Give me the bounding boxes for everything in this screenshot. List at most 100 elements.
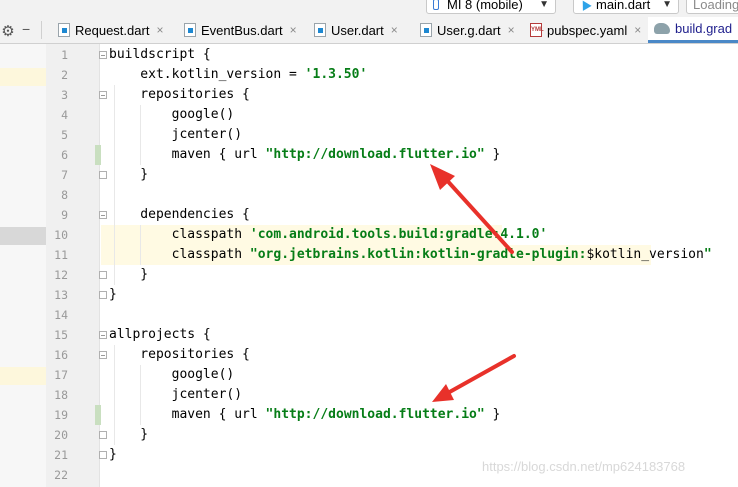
string-literal: "org.jetbrains.kotlin:kotlin-gradle-plug… [249,247,587,262]
watermark: https://blog.csdn.net/mp624183768 [482,459,686,474]
editor-tab[interactable]: YML pubspec.yaml × [524,17,646,43]
code-line[interactable]: allprojects { [109,325,211,345]
device-selector[interactable]: MI 8 (mobile) ▼ [426,0,556,14]
line-number: 14 [54,308,68,322]
tab-divider [41,21,42,39]
line-number: 3 [61,88,68,102]
code-line[interactable]: maven { url "http://download.flutter.io"… [109,145,501,165]
code-line[interactable]: classpath 'com.android.tools.build:gradl… [109,225,548,245]
fold-toggle-icon[interactable] [99,331,107,339]
tab-label: User.dart [331,22,384,38]
code-token: } [109,267,149,282]
loading-indicator: Loading [686,0,738,14]
dart-file-icon [314,23,326,37]
code-token: google() [109,367,235,382]
line-number: 18 [54,388,68,402]
code-token: } [109,427,149,442]
line-number: 19 [54,408,68,422]
device-label: MI 8 (mobile) [447,0,523,12]
line-number: 1 [61,48,68,62]
code-token: allprojects { [109,327,211,342]
run-config-label: main.dart [596,0,651,12]
line-number: 5 [61,128,68,142]
tab-label: Request.dart [75,22,150,38]
code-token: maven { url [109,407,266,422]
code-line[interactable]: ext.kotlin_version = '1.3.50' [109,65,367,85]
editor-tab[interactable]: build.grad [648,17,738,43]
code-line[interactable]: } [109,165,148,185]
fold-toggle-icon[interactable] [99,271,107,279]
code-token: jcenter() [109,387,243,402]
close-icon[interactable]: × [391,23,398,37]
code-line[interactable]: } [109,425,148,445]
line-number: 9 [61,208,68,222]
project-panel-edge [0,44,46,487]
close-icon[interactable]: × [508,23,515,37]
code-line[interactable]: repositories { [109,345,250,365]
line-number: 22 [54,468,68,482]
line-number: 8 [61,188,68,202]
code-token: } [484,147,501,162]
code-token: classpath [109,247,250,262]
string-literal: "http://download.flutter.io" [265,407,485,422]
fold-toggle-icon[interactable] [99,351,107,359]
string-literal: 'com.android.tools.build:gradle:4.1.0' [249,227,548,242]
run-config-selector[interactable]: main.dart ▼ [573,0,679,14]
editor-tab[interactable]: User.dart × [308,17,408,43]
fold-toggle-icon[interactable] [99,91,107,99]
code-token: repositories { [109,347,250,362]
dart-file-icon [58,23,70,37]
panel-row-highlight [0,367,46,385]
editor-tab[interactable]: EventBus.dart × [178,17,306,43]
code-line[interactable]: dependencies { [109,205,250,225]
code-line[interactable]: } [109,285,117,305]
code-token: google() [109,107,235,122]
chevron-down-icon: ▼ [662,0,672,10]
close-icon[interactable]: × [634,23,641,37]
close-icon[interactable]: × [156,23,163,37]
code-token: repositories { [109,87,250,102]
code-token: dependencies { [109,207,250,222]
fold-toggle-icon[interactable] [99,291,107,299]
code-line[interactable]: google() [109,365,235,385]
code-line[interactable]: } [109,445,117,465]
collapse-arrow-icon[interactable]: − [22,21,30,37]
gear-icon[interactable]: ⚙ [0,22,16,40]
code-line[interactable]: jcenter() [109,125,242,145]
editor-tab[interactable]: Request.dart × [52,17,176,43]
code-line[interactable]: buildscript { [109,45,211,65]
tab-label: EventBus.dart [201,22,283,38]
fold-toggle-icon[interactable] [99,211,107,219]
code-line[interactable]: classpath "org.jetbrains.kotlin:kotlin-g… [109,245,712,265]
fold-toggle-icon[interactable] [99,171,107,179]
vcs-change-marker[interactable] [95,145,101,165]
line-number: 2 [61,68,68,82]
phone-icon [433,0,439,10]
code-token: } [109,447,117,462]
vcs-change-marker[interactable] [95,405,101,425]
dart-file-icon [420,23,432,37]
line-number: 4 [61,108,68,122]
code-line[interactable]: } [109,265,148,285]
code-token: $kotlin_version [586,247,704,262]
panel-row-highlight [0,68,46,86]
code-token: } [109,287,117,302]
dart-file-icon [184,23,196,37]
tab-label: pubspec.yaml [547,22,628,38]
chevron-down-icon: ▼ [539,0,549,10]
code-line[interactable]: jcenter() [109,385,242,405]
string-literal: "http://download.flutter.io" [265,147,485,162]
code-token: jcenter() [109,127,243,142]
line-number: 13 [54,288,68,302]
code-line[interactable]: repositories { [109,85,250,105]
fold-toggle-icon[interactable] [99,51,107,59]
fold-toggle-icon[interactable] [99,451,107,459]
code-line[interactable]: maven { url "http://download.flutter.io"… [109,405,501,425]
editor-tab-bar: ⚙ − Request.dart × EventBus.dart × User.dart… [0,17,738,44]
line-number: 11 [54,248,68,262]
line-number: 17 [54,368,68,382]
code-line[interactable]: google() [109,105,235,125]
fold-toggle-icon[interactable] [99,431,107,439]
close-icon[interactable]: × [290,23,297,37]
editor-tab[interactable]: User.g.dart × [414,17,522,43]
